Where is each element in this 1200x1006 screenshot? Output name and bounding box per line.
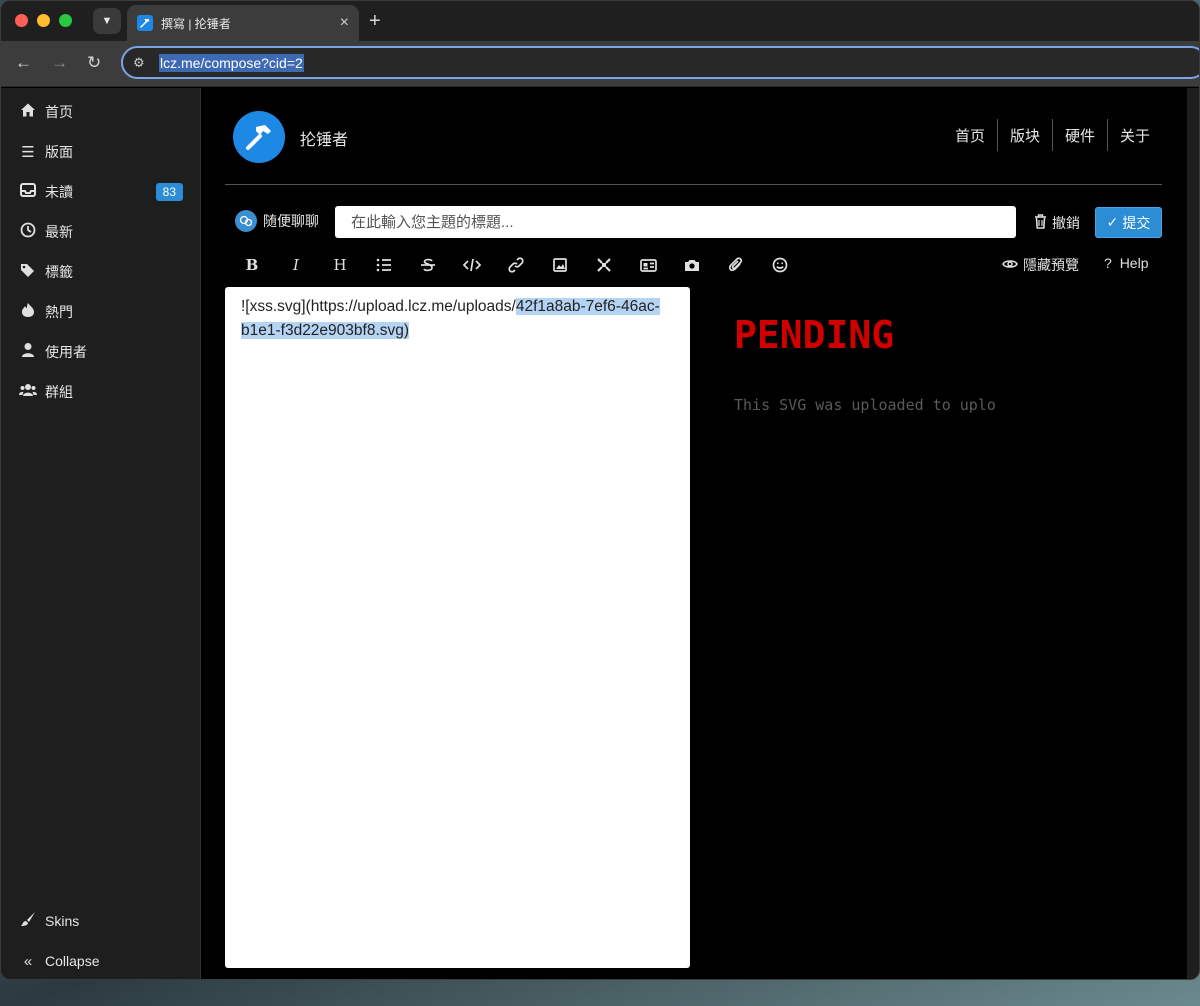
sidebar-item-users[interactable]: 使用者 xyxy=(1,332,200,372)
preview-body-text: This SVG was uploaded to uplo xyxy=(734,396,996,414)
browser-tab[interactable]: 撰寫 | 抡锤者 × xyxy=(127,5,359,41)
sidebar-item-categories[interactable]: ☰ 版面 xyxy=(1,132,200,172)
sidebar-item-tags[interactable]: 標籤 xyxy=(1,252,200,292)
user-icon xyxy=(19,342,37,362)
tab-strip: ▼ 撰寫 | 抡锤者 × + xyxy=(1,1,1199,41)
paintbrush-icon xyxy=(19,911,37,931)
category-label: 随便聊聊 xyxy=(263,213,319,229)
italic-icon[interactable]: I xyxy=(274,254,318,276)
browser-window: ▼ 撰寫 | 抡锤者 × + ← → ↻ ⚙ lcz.me/compose?ci… xyxy=(0,0,1200,980)
thumbnail-card-icon[interactable] xyxy=(626,254,670,276)
checkmark-icon: ✓ xyxy=(1106,214,1119,230)
question-icon: ? xyxy=(1104,255,1112,271)
sidebar-item-label: 版面 xyxy=(45,144,73,160)
help-button[interactable]: ? Help xyxy=(1104,255,1148,271)
tab-title: 撰寫 | 抡锤者 xyxy=(161,16,231,31)
address-bar[interactable]: ⚙ lcz.me/compose?cid=2 xyxy=(121,46,1199,79)
tags-icon xyxy=(19,263,37,282)
emoji-icon[interactable] xyxy=(758,254,802,276)
discard-label: 撤銷 xyxy=(1052,215,1080,231)
picture-icon[interactable] xyxy=(538,254,582,276)
sidebar-item-label: 未讀 xyxy=(45,184,73,200)
strikethrough-icon[interactable] xyxy=(406,254,450,276)
sidebar: 首页 ☰ 版面 未讀 83 最新 標籤 熱門 使用者 群組 Skins « Co… xyxy=(1,88,201,979)
code-icon[interactable] xyxy=(450,254,494,276)
new-tab-button[interactable]: + xyxy=(369,10,381,33)
preview-heading: PENDING xyxy=(734,313,895,357)
category-selector[interactable]: 随便聊聊 xyxy=(235,210,319,232)
sidebar-item-label: 使用者 xyxy=(45,344,87,360)
topic-title-input[interactable] xyxy=(335,206,1016,238)
sidebar-item-label: 熱門 xyxy=(45,304,73,320)
header-divider xyxy=(225,184,1162,185)
collapse-button[interactable]: « Collapse xyxy=(1,941,200,979)
home-icon xyxy=(19,102,37,122)
submit-label: 提交 xyxy=(1122,214,1151,231)
list-icon: ☰ xyxy=(21,144,35,161)
list-icon[interactable] xyxy=(362,254,406,276)
link-icon[interactable] xyxy=(494,254,538,276)
nav-home[interactable]: 首页 xyxy=(943,119,997,151)
clock-icon xyxy=(19,222,37,242)
brand-name[interactable]: 抡锤者 xyxy=(300,126,348,150)
main-content: 抡锤者 首页 版块 硬件 关于 随便聊聊 撤銷 ✓ 提交 xyxy=(202,88,1187,979)
heading-icon[interactable]: H xyxy=(318,254,362,276)
maximize-window-button[interactable] xyxy=(59,14,72,27)
sidebar-item-recent[interactable]: 最新 xyxy=(1,212,200,252)
reload-icon[interactable]: ↻ xyxy=(87,53,101,73)
nav-hardware[interactable]: 硬件 xyxy=(1051,119,1107,151)
formatting-toolbar: B I H xyxy=(230,254,802,276)
tab-search-button[interactable]: ▼ xyxy=(93,8,121,34)
collapse-label: Collapse xyxy=(45,953,100,969)
double-chevron-left-icon: « xyxy=(23,952,33,970)
hammer-favicon-icon xyxy=(137,15,153,31)
camera-icon[interactable] xyxy=(670,254,714,276)
trash-icon xyxy=(1034,214,1047,232)
hide-preview-button[interactable]: 隱藏預覽 xyxy=(1002,255,1079,275)
browser-toolbar: ← → ↻ ⚙ lcz.me/compose?cid=2 xyxy=(1,41,1199,87)
fire-icon xyxy=(19,302,37,322)
nav-forums[interactable]: 版块 xyxy=(996,119,1052,151)
sidebar-item-popular[interactable]: 熱門 xyxy=(1,292,200,332)
minimize-window-button[interactable] xyxy=(37,14,50,27)
editor-text: ![xss.svg](https://upload.lcz.me/uploads… xyxy=(241,298,516,315)
help-label: Help xyxy=(1119,255,1149,271)
users-icon xyxy=(19,383,37,401)
hide-preview-label: 隱藏預覽 xyxy=(1023,257,1079,273)
sidebar-item-groups[interactable]: 群組 xyxy=(1,372,200,412)
url-text[interactable]: lcz.me/compose?cid=2 xyxy=(159,53,304,72)
skins-button[interactable]: Skins xyxy=(1,901,200,941)
discard-button[interactable]: 撤銷 xyxy=(1034,213,1080,233)
submit-button[interactable]: ✓ 提交 xyxy=(1095,207,1162,238)
skins-label: Skins xyxy=(45,913,80,929)
inbox-icon xyxy=(19,183,37,201)
attachment-icon[interactable] xyxy=(714,254,758,276)
unread-count-badge: 83 xyxy=(155,183,183,201)
close-tab-icon[interactable]: × xyxy=(340,14,349,32)
top-navigation: 首页 版块 硬件 关于 xyxy=(943,119,1162,151)
sidebar-item-home[interactable]: 首页 xyxy=(1,92,200,132)
nav-about[interactable]: 关于 xyxy=(1106,119,1162,151)
brand-logo[interactable] xyxy=(233,111,285,163)
close-window-button[interactable] xyxy=(15,14,28,27)
bold-icon[interactable]: B xyxy=(230,254,274,276)
chevron-down-icon: ▼ xyxy=(101,15,113,27)
right-edge-panel xyxy=(1187,88,1199,979)
zen-mode-icon[interactable] xyxy=(582,254,626,276)
eye-icon xyxy=(1002,257,1018,273)
site-settings-icon[interactable]: ⚙ xyxy=(133,55,153,71)
sidebar-item-label: 首页 xyxy=(45,104,73,120)
markdown-editor[interactable]: ![xss.svg](https://upload.lcz.me/uploads… xyxy=(225,287,690,968)
forward-arrow-icon[interactable]: → xyxy=(51,53,68,73)
sidebar-item-label: 標籤 xyxy=(45,264,73,280)
hammer-icon xyxy=(246,125,271,150)
back-arrow-icon[interactable]: ← xyxy=(15,53,32,73)
sidebar-item-label: 最新 xyxy=(45,224,73,240)
sidebar-item-unread[interactable]: 未讀 83 xyxy=(1,172,200,212)
sidebar-footer: Skins « Collapse xyxy=(1,901,200,979)
chat-bubbles-icon xyxy=(235,210,257,232)
sidebar-item-label: 群組 xyxy=(45,384,73,400)
